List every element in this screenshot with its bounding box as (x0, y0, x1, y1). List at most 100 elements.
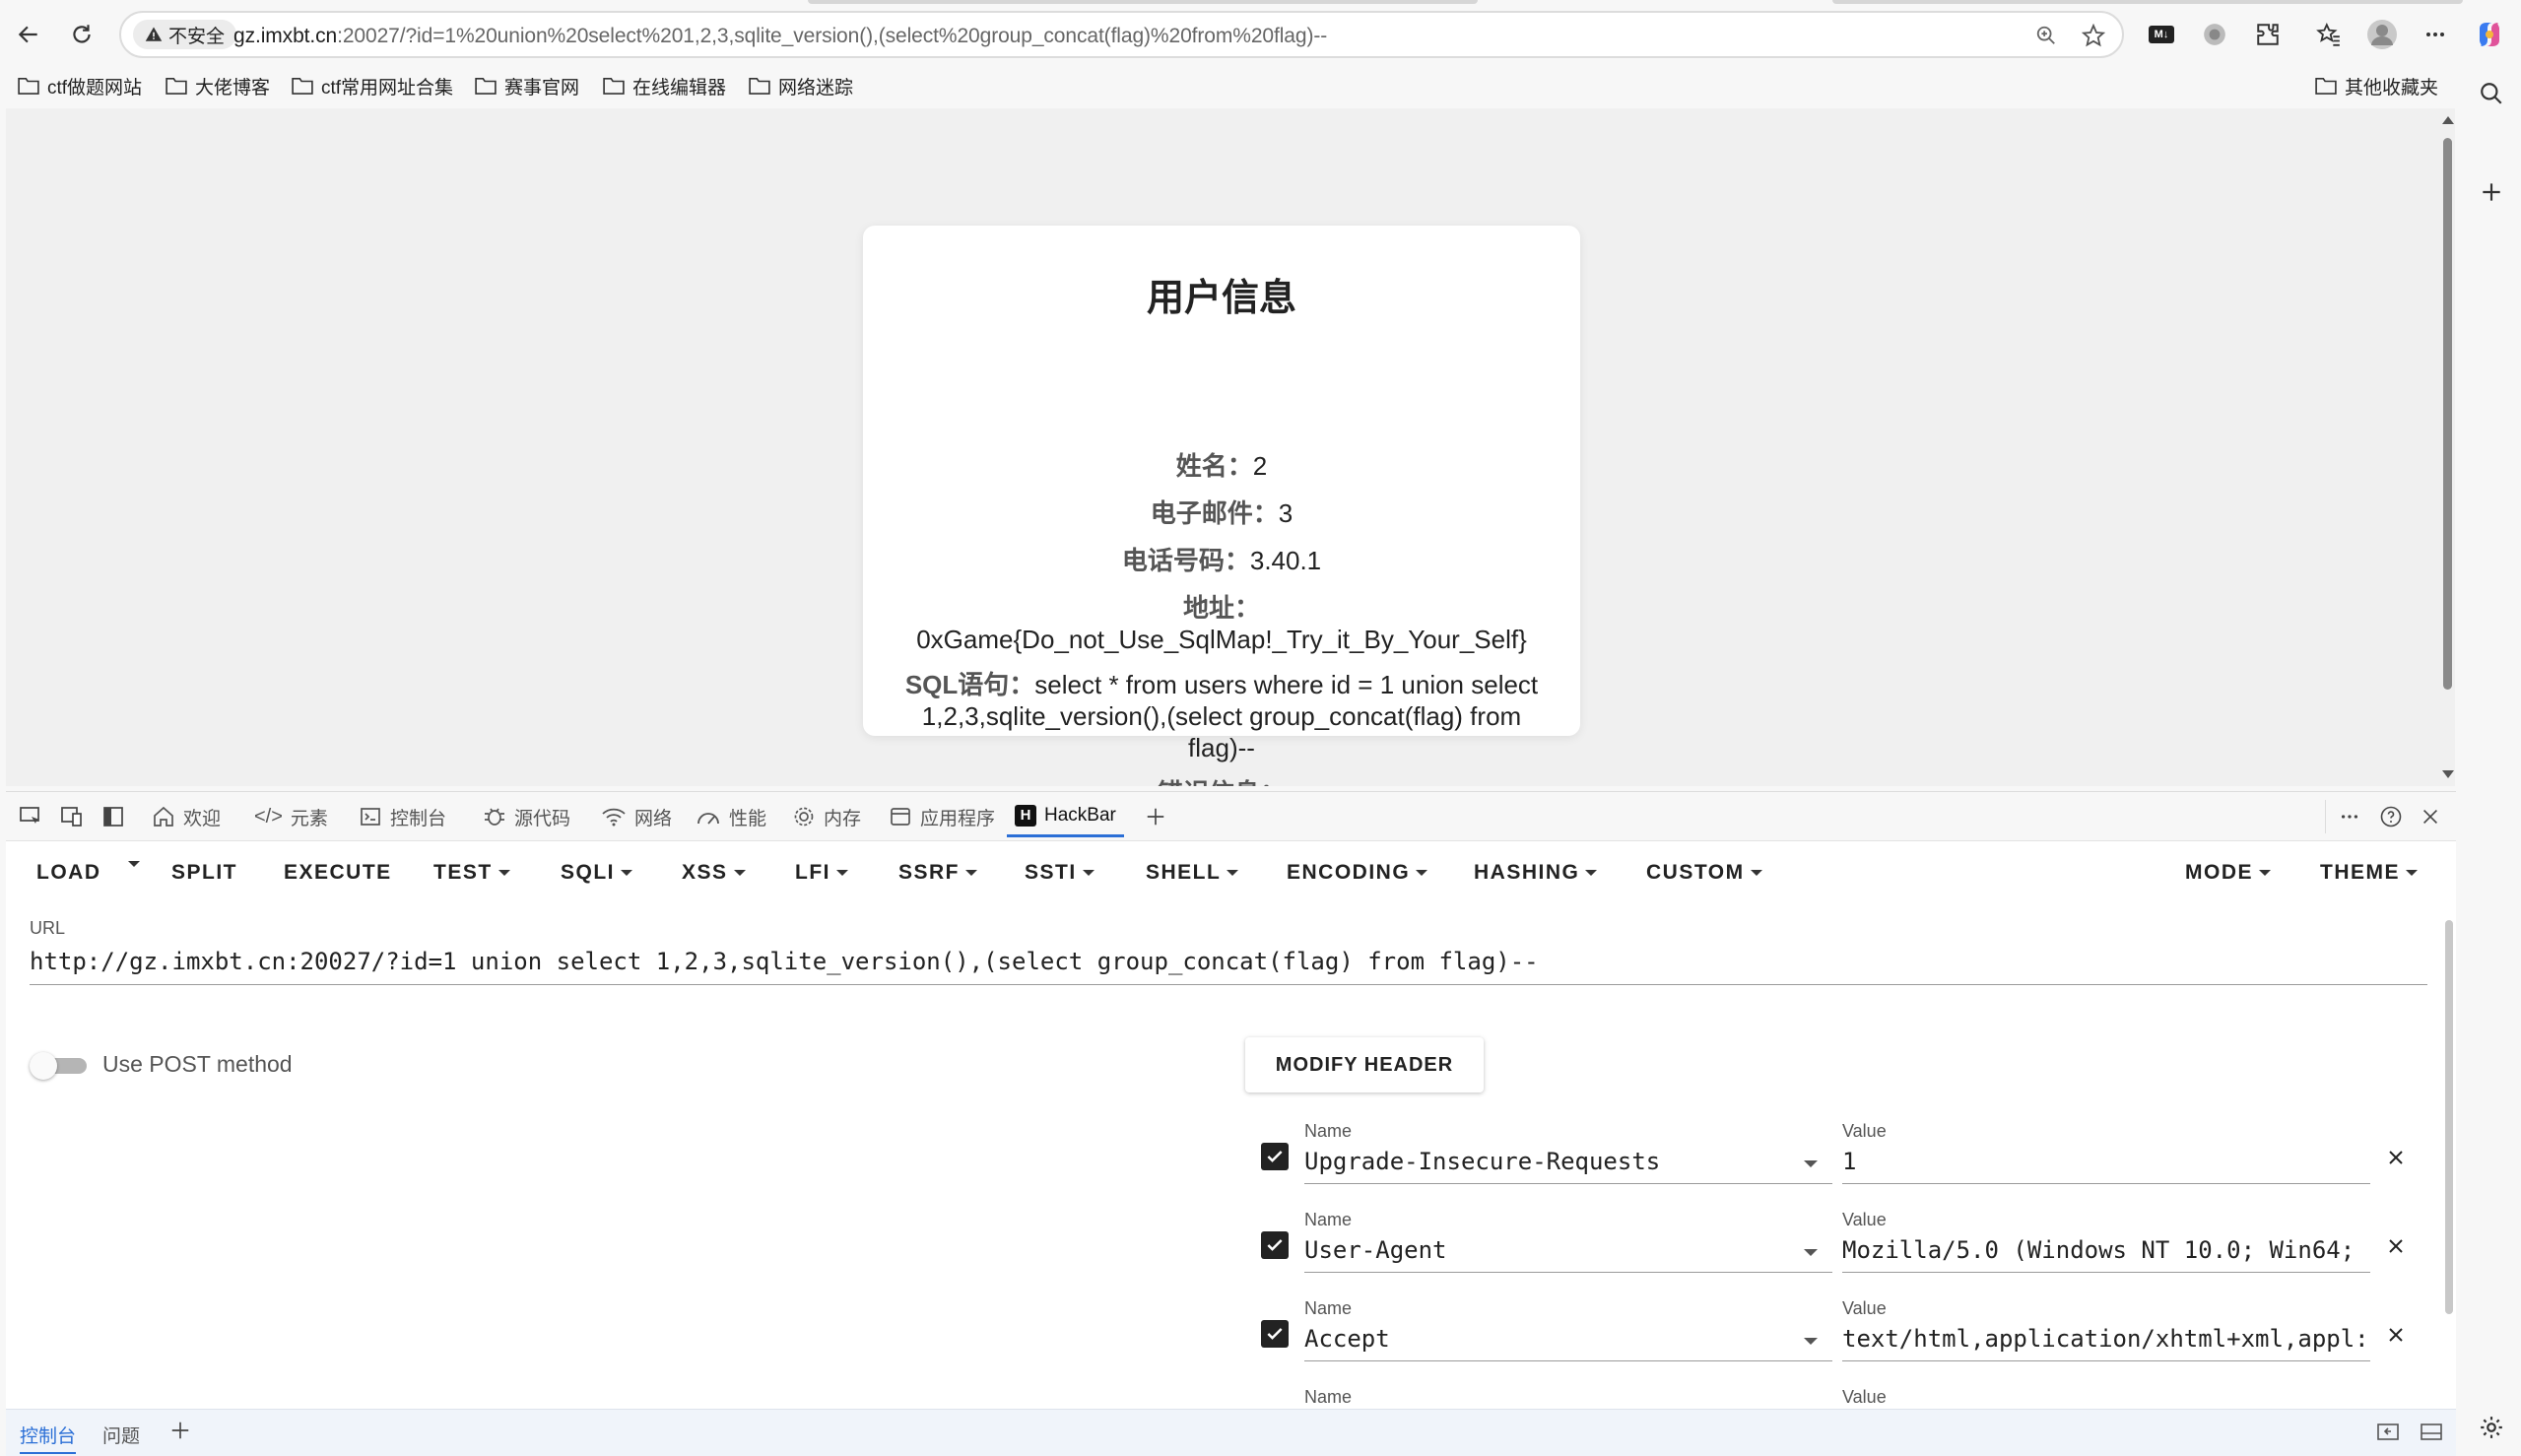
close-devtools-icon[interactable] (2416, 802, 2445, 831)
menu-execute[interactable]: EXECUTE (284, 861, 392, 885)
security-chip[interactable]: 不安全 (133, 20, 237, 49)
devtools-tabbar: 欢迎 </> 元素 控制台 源代码 网络 性能 内存 应用程序 H HackBa… (6, 792, 2456, 841)
caret-down-icon (733, 870, 746, 876)
more-options-icon[interactable] (2335, 802, 2364, 831)
folder-icon (475, 77, 497, 95)
url-text[interactable]: gz.imxbt.cn:20027/?id=1%20union%20select… (233, 25, 1327, 48)
header-value-label: Value (1842, 1121, 1887, 1141)
menu-theme[interactable]: THEME (2320, 861, 2418, 885)
zoom-icon[interactable] (2032, 22, 2060, 49)
tab-hackbar[interactable]: H HackBar (1007, 796, 1124, 837)
settings-gear-icon[interactable] (2479, 1415, 2504, 1440)
markdown-extension-icon[interactable]: M↓ (2142, 15, 2181, 54)
remove-header-icon[interactable] (2383, 1233, 2409, 1259)
other-bookmarks-folder[interactable]: 其他收藏夹 (2315, 71, 2438, 100)
bookmark-folder[interactable]: 大佬博客 (166, 71, 270, 100)
header-name-label: Name (1304, 1298, 1353, 1318)
dock-side-icon[interactable] (99, 802, 128, 831)
scroll-up-icon[interactable] (2442, 116, 2454, 124)
remove-header-icon[interactable] (2383, 1322, 2409, 1348)
hackbar-scrollbar[interactable] (2445, 920, 2453, 1314)
tab-label: 源代码 (514, 808, 571, 829)
drawer-add-tab-icon[interactable] (169, 1420, 191, 1441)
search-icon[interactable] (2479, 81, 2504, 106)
favorites-icon[interactable] (2309, 15, 2349, 54)
tab-welcome[interactable]: 欢迎 (152, 796, 221, 837)
bookmark-label: 其他收藏夹 (2345, 77, 2439, 99)
star-icon[interactable] (2080, 22, 2107, 49)
bookmark-folder[interactable]: 赛事官网 (475, 71, 579, 100)
memory-gear-icon (794, 807, 814, 827)
add-tab-icon[interactable] (1141, 802, 1170, 831)
header-value-input[interactable]: Mozilla/5.0 (Windows NT 10.0; Win64; (1842, 1231, 2370, 1273)
menu-shell[interactable]: SHELL (1146, 861, 1239, 885)
menu-test[interactable]: TEST (433, 861, 510, 885)
more-menu-icon[interactable] (2416, 15, 2455, 54)
menu-label: MODE (2185, 861, 2253, 884)
header-value-input[interactable]: 1 (1842, 1143, 2370, 1184)
tab-network[interactable]: 网络 (601, 796, 672, 837)
menu-sqli[interactable]: SQLI (561, 861, 633, 885)
bookmark-folder[interactable]: 网络迷踪 (749, 71, 853, 100)
device-emulation-icon[interactable] (57, 802, 87, 831)
post-method-toggle[interactable] (30, 1052, 87, 1080)
tab-memory[interactable]: 内存 (792, 796, 861, 837)
header-name-input[interactable]: Upgrade-Insecure-Requests (1304, 1143, 1832, 1184)
menu-xss[interactable]: XSS (682, 861, 746, 885)
help-icon[interactable] (2376, 802, 2406, 831)
menu-encoding[interactable]: ENCODING (1287, 861, 1428, 885)
reload-button[interactable] (63, 16, 100, 53)
drawer-tab-issues[interactable]: 问题 (102, 1422, 140, 1448)
header-value-input[interactable]: text/html,application/xhtml+xml,appl: (1842, 1320, 2370, 1361)
address-bar[interactable]: 不安全 gz.imxbt.cn:20027/?id=1%20union%20se… (119, 11, 2124, 58)
header-enabled-checkbox[interactable] (1261, 1143, 1289, 1170)
tab-console[interactable]: 控制台 (359, 796, 446, 837)
page-scrollbar[interactable] (2439, 116, 2455, 778)
inspect-icon[interactable] (16, 802, 45, 831)
profile-avatar-icon[interactable] (2362, 15, 2402, 54)
bookmark-label: ctf做题网站 (47, 77, 143, 99)
bookmark-folder[interactable]: ctf常用网址合集 (292, 71, 453, 100)
menu-ssrf[interactable]: SSRF (898, 861, 978, 885)
bookmark-folder[interactable]: ctf做题网站 (18, 71, 142, 100)
header-enabled-checkbox[interactable] (1261, 1320, 1289, 1348)
edge-sidebar (2463, 67, 2521, 1455)
tab-application[interactable]: 应用程序 (889, 796, 995, 837)
add-icon[interactable] (2479, 179, 2504, 205)
menu-lfi[interactable]: LFI (795, 861, 848, 885)
header-name-input[interactable]: Accept (1304, 1320, 1832, 1361)
scroll-thumb[interactable] (2443, 138, 2452, 690)
load-options-dropdown[interactable] (128, 861, 140, 867)
drawer-tab-console[interactable]: 控制台 (20, 1422, 77, 1454)
copilot-icon[interactable] (2470, 15, 2509, 54)
name-label: 姓名： (1175, 451, 1253, 481)
extensions-icon[interactable] (2248, 15, 2288, 54)
bug-icon (485, 808, 504, 826)
back-button[interactable] (10, 16, 47, 53)
modify-header-button[interactable]: MODIFY HEADER (1245, 1037, 1484, 1092)
menu-custom[interactable]: CUSTOM (1646, 861, 1762, 885)
dropdown-arrow-icon[interactable] (1804, 1338, 1818, 1345)
tab-sources[interactable]: 源代码 (483, 796, 570, 837)
tab-elements[interactable]: </> 元素 (254, 796, 328, 837)
hackbar-body: URL http://gz.imxbt.cn:20027/?id=1 union… (6, 906, 2439, 1409)
dropdown-arrow-icon[interactable] (1804, 1249, 1818, 1256)
drawer-close-icon[interactable] (2420, 1422, 2443, 1443)
user-info-card: 用户信息 姓名：2 电子邮件：3 电话号码：3.40.1 地址： 0xGame{… (863, 226, 1580, 786)
menu-split[interactable]: SPLIT (171, 861, 237, 885)
header-name-input[interactable]: User-Agent (1304, 1231, 1832, 1273)
hackbar-url-input[interactable]: http://gz.imxbt.cn:20027/?id=1 union sel… (30, 942, 2427, 985)
drawer-dock-icon[interactable] (2376, 1422, 2400, 1443)
remove-header-icon[interactable] (2383, 1145, 2409, 1170)
dropdown-arrow-icon[interactable] (1804, 1160, 1818, 1167)
tab-performance[interactable]: 性能 (696, 796, 766, 837)
menu-mode[interactable]: MODE (2185, 861, 2271, 885)
menu-ssti[interactable]: SSTI (1025, 861, 1095, 885)
menu-load[interactable]: LOAD (36, 861, 101, 885)
record-extension-icon[interactable] (2195, 15, 2234, 54)
bookmark-folder[interactable]: 在线编辑器 (603, 71, 726, 100)
header-enabled-checkbox[interactable] (1261, 1231, 1289, 1259)
header-value-label: Value (1842, 1387, 1887, 1407)
scroll-down-icon[interactable] (2442, 770, 2454, 778)
menu-hashing[interactable]: HASHING (1474, 861, 1598, 885)
